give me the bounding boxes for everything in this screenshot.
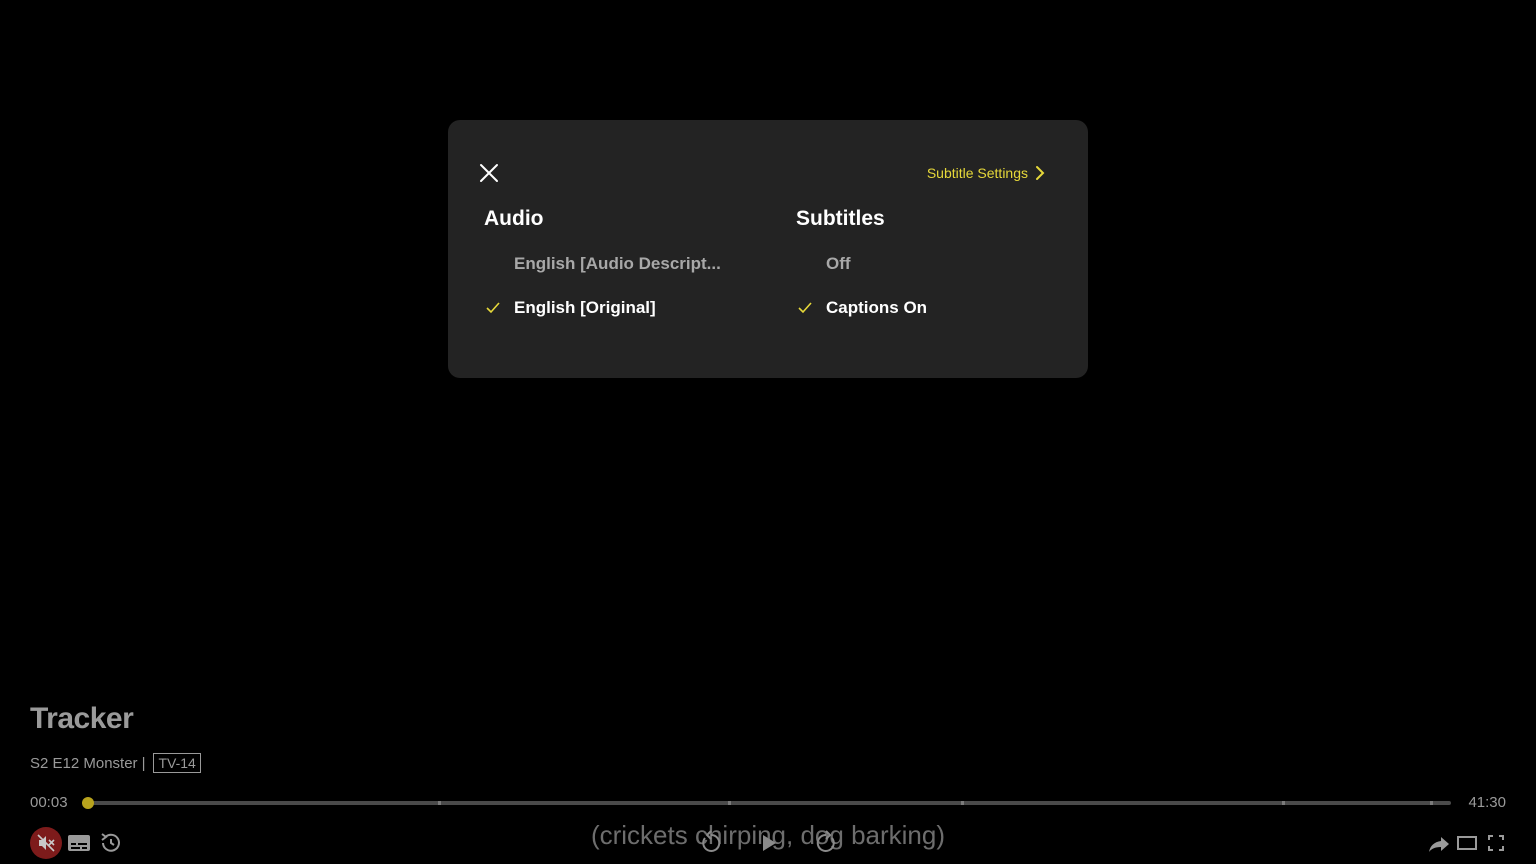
video-player: Subtitle Settings Audio English [Audio D… bbox=[0, 0, 1536, 864]
close-button[interactable] bbox=[478, 162, 500, 184]
progress-handle[interactable] bbox=[81, 797, 94, 809]
option-label: English [Audio Descript... bbox=[514, 254, 721, 273]
share-button[interactable] bbox=[1427, 833, 1451, 855]
subtitles-icon bbox=[68, 835, 90, 851]
theater-mode-button[interactable] bbox=[1456, 833, 1478, 853]
subtitle-settings-link[interactable]: Subtitle Settings bbox=[927, 162, 1046, 184]
restart-icon bbox=[101, 833, 120, 852]
episode-info: S2 E12 Monster | TV-14 bbox=[30, 753, 201, 773]
rewind-10-icon bbox=[702, 830, 721, 852]
chapter-marker bbox=[728, 801, 731, 805]
audio-option-original[interactable]: English [Original] bbox=[484, 294, 754, 322]
chapter-marker bbox=[1430, 801, 1433, 805]
chapter-marker bbox=[961, 801, 964, 805]
subtitles-button[interactable] bbox=[66, 831, 92, 855]
play-button[interactable] bbox=[758, 831, 780, 855]
chapter-marker bbox=[438, 801, 441, 805]
option-label: Captions On bbox=[826, 298, 928, 317]
mute-button[interactable] bbox=[30, 827, 62, 859]
theater-mode-icon bbox=[1457, 836, 1477, 850]
close-icon bbox=[480, 164, 498, 182]
chevron-right-icon bbox=[1036, 166, 1045, 180]
audio-subtitles-dialog: Subtitle Settings Audio English [Audio D… bbox=[448, 120, 1088, 378]
subtitles-column: Subtitles Off Captions On bbox=[796, 204, 1056, 322]
fullscreen-button[interactable] bbox=[1486, 833, 1506, 853]
episode-label: S2 E12 Monster bbox=[30, 754, 138, 772]
subtitle-settings-label: Subtitle Settings bbox=[926, 165, 1028, 181]
check-icon bbox=[798, 302, 812, 314]
rewind-10-button[interactable] bbox=[697, 829, 725, 857]
option-label: Off bbox=[826, 254, 851, 273]
fullscreen-icon bbox=[1488, 835, 1504, 851]
forward-10-button[interactable] bbox=[812, 829, 840, 857]
restart-button[interactable] bbox=[97, 829, 125, 857]
subtitles-heading: Subtitles bbox=[796, 207, 885, 230]
subtitle-option-off[interactable]: Off bbox=[796, 250, 1056, 278]
total-time: 41:30 bbox=[1468, 794, 1506, 811]
audio-heading: Audio bbox=[484, 207, 544, 230]
progress-bar[interactable] bbox=[81, 797, 1451, 809]
subtitle-option-captions-on[interactable]: Captions On bbox=[796, 294, 1056, 322]
play-icon bbox=[763, 835, 776, 851]
separator: | bbox=[141, 754, 146, 772]
share-icon bbox=[1429, 837, 1449, 852]
forward-10-icon bbox=[816, 830, 835, 852]
audio-column: Audio English [Audio Descript... English… bbox=[484, 204, 754, 322]
current-time: 00:03 bbox=[30, 794, 68, 811]
check-icon bbox=[486, 302, 500, 314]
rating-badge: TV-14 bbox=[153, 753, 201, 773]
option-label: English [Original] bbox=[514, 298, 656, 317]
chapter-marker bbox=[1282, 801, 1285, 805]
mute-icon bbox=[37, 834, 55, 852]
show-title: Tracker bbox=[30, 702, 134, 735]
audio-option-audio-description[interactable]: English [Audio Descript... bbox=[484, 250, 754, 278]
